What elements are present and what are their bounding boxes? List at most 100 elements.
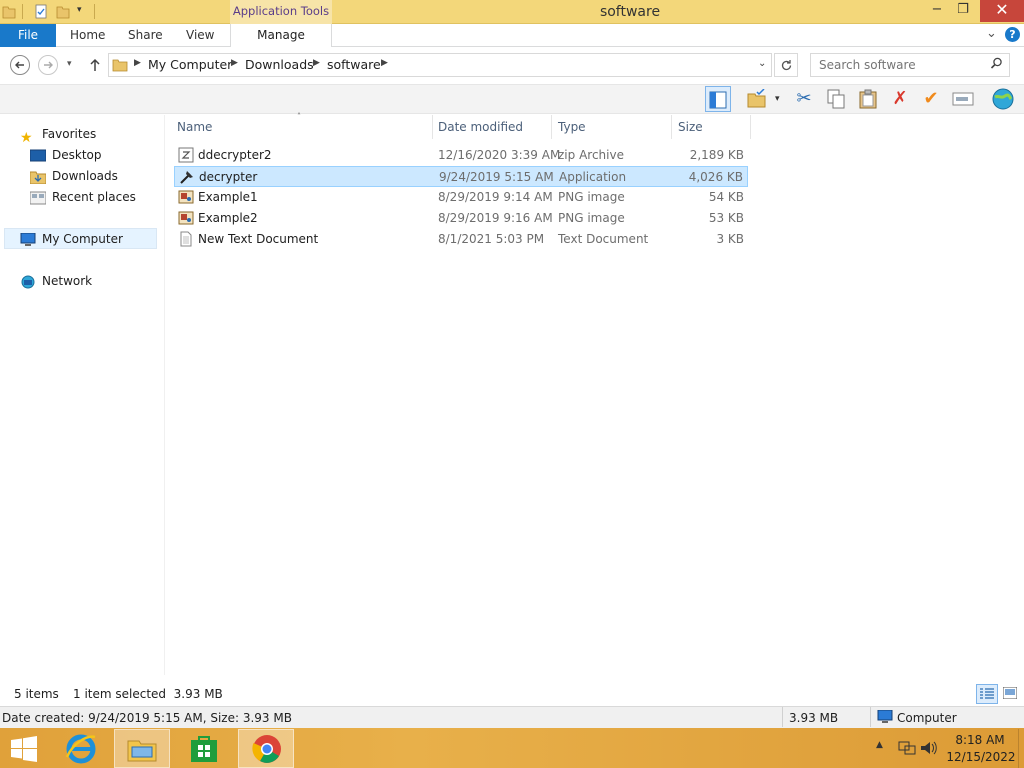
search-icon[interactable] bbox=[990, 57, 1003, 70]
forward-button[interactable] bbox=[38, 55, 58, 75]
delete-x-icon: ✗ bbox=[892, 88, 908, 109]
breadcrumb-software[interactable]: software bbox=[327, 57, 381, 72]
file-row[interactable]: New Text Document 8/1/2021 5:03 PM Text … bbox=[174, 229, 748, 250]
taskbar-store[interactable] bbox=[176, 729, 232, 768]
details-view-icon bbox=[980, 688, 994, 699]
breadcrumb-separator-icon[interactable]: ▶ bbox=[313, 58, 320, 68]
breadcrumb-separator-icon[interactable]: ▶ bbox=[134, 58, 141, 68]
pane-divider bbox=[164, 115, 165, 675]
nav-item-desktop[interactable]: Desktop bbox=[30, 145, 102, 165]
column-divider[interactable] bbox=[750, 115, 751, 139]
ribbon-expand-icon[interactable]: ⌄ bbox=[986, 26, 997, 41]
nav-favorites[interactable]: ★ Favorites bbox=[20, 124, 97, 146]
folder-icon[interactable] bbox=[2, 4, 16, 19]
delete-button[interactable]: ✗ bbox=[887, 86, 913, 112]
nav-item-label: Desktop bbox=[52, 148, 102, 162]
clock-time[interactable]: 8:18 AM bbox=[950, 733, 1010, 747]
column-divider[interactable] bbox=[432, 115, 433, 139]
tab-manage[interactable]: Manage bbox=[230, 24, 332, 47]
nav-item-my-computer[interactable]: My Computer bbox=[20, 229, 123, 249]
show-hidden-icons-icon[interactable]: ▲ bbox=[876, 740, 883, 750]
nav-item-recent-places[interactable]: Recent places bbox=[30, 187, 136, 207]
globe-button[interactable] bbox=[990, 86, 1016, 112]
details-divider bbox=[782, 707, 783, 727]
up-arrow-icon[interactable] bbox=[88, 57, 102, 73]
nav-favorites-label: Favorites bbox=[42, 127, 97, 141]
breadcrumb-downloads[interactable]: Downloads bbox=[245, 57, 314, 72]
details-view-button[interactable] bbox=[976, 684, 998, 704]
file-date-modified: 9/24/2019 5:15 AM bbox=[439, 170, 554, 184]
taskbar-file-explorer[interactable] bbox=[114, 729, 170, 768]
show-desktop-button[interactable] bbox=[1018, 729, 1024, 768]
taskbar-chrome[interactable] bbox=[238, 729, 294, 768]
clock-date[interactable]: 12/15/2022 bbox=[946, 750, 1016, 764]
copy-button[interactable] bbox=[823, 86, 849, 112]
nav-item-network[interactable]: Network bbox=[20, 271, 92, 291]
file-type: zip Archive bbox=[558, 148, 624, 162]
file-size: 4,026 KB bbox=[688, 170, 743, 184]
file-date-modified: 8/1/2021 5:03 PM bbox=[438, 232, 545, 246]
recent-places-icon bbox=[30, 191, 46, 204]
text-file-icon bbox=[180, 231, 192, 247]
minimize-button[interactable]: − bbox=[924, 0, 950, 22]
file-date-modified: 12/16/2020 3:39 AM bbox=[438, 148, 561, 162]
file-row[interactable]: ddecrypter2 12/16/2020 3:39 AM zip Archi… bbox=[174, 145, 748, 166]
network-status-icon[interactable] bbox=[898, 740, 916, 756]
tab-view[interactable]: View bbox=[186, 24, 214, 47]
refresh-button[interactable] bbox=[774, 53, 798, 77]
new-folder-button[interactable] bbox=[744, 86, 770, 112]
back-button[interactable] bbox=[10, 55, 30, 75]
details-info: Date created: 9/24/2019 5:15 AM, Size: 3… bbox=[2, 711, 292, 725]
large-icons-view-button[interactable] bbox=[1000, 684, 1022, 704]
volume-icon[interactable] bbox=[920, 740, 938, 756]
details-size: 3.93 MB bbox=[789, 711, 839, 725]
breadcrumb-separator-icon[interactable]: ▶ bbox=[231, 58, 238, 68]
start-button[interactable] bbox=[0, 729, 48, 768]
tab-share[interactable]: Share bbox=[128, 24, 163, 47]
search-input[interactable] bbox=[810, 53, 1010, 77]
preview-pane-icon bbox=[709, 91, 727, 109]
file-row-selected[interactable]: decrypter 9/24/2019 5:15 AM Application … bbox=[174, 166, 748, 187]
tab-file[interactable]: File bbox=[0, 24, 56, 47]
help-icon[interactable]: ? bbox=[1005, 27, 1020, 42]
dropdown-icon[interactable]: ▾ bbox=[775, 94, 780, 104]
column-header-size[interactable]: Size bbox=[678, 120, 703, 134]
recent-locations-icon[interactable]: ▾ bbox=[67, 59, 72, 69]
maximize-button[interactable]: ❐ bbox=[950, 0, 976, 22]
customize-quick-access-icon[interactable]: ▾ bbox=[77, 5, 82, 15]
address-dropdown-icon[interactable]: ⌄ bbox=[758, 58, 766, 69]
back-arrow-icon bbox=[15, 61, 24, 69]
store-icon bbox=[191, 736, 217, 762]
file-type: PNG image bbox=[558, 211, 625, 225]
column-divider[interactable] bbox=[671, 115, 672, 139]
column-header-type[interactable]: Type bbox=[558, 120, 586, 134]
file-row[interactable]: Example2 8/29/2019 9:16 AM PNG image 53 … bbox=[174, 208, 748, 229]
file-size: 2,189 KB bbox=[689, 148, 744, 162]
select-button[interactable]: ✔ bbox=[918, 86, 944, 112]
window-title: software bbox=[599, 4, 661, 20]
paste-button[interactable] bbox=[855, 86, 881, 112]
new-folder-icon[interactable] bbox=[56, 4, 70, 19]
clipboard-icon bbox=[859, 89, 877, 109]
breadcrumb-my-computer[interactable]: My Computer bbox=[148, 57, 232, 72]
nav-item-label: Network bbox=[42, 274, 93, 288]
column-header-date-modified[interactable]: Date modified bbox=[438, 120, 523, 134]
taskbar-internet-explorer[interactable] bbox=[53, 729, 109, 768]
file-row[interactable]: Example1 8/29/2019 9:14 AM PNG image 54 … bbox=[174, 187, 748, 208]
nav-item-label: Downloads bbox=[52, 169, 118, 183]
computer-icon bbox=[20, 232, 36, 246]
file-date-modified: 8/29/2019 9:16 AM bbox=[438, 211, 553, 225]
nav-item-downloads[interactable]: Downloads bbox=[30, 166, 118, 186]
properties-icon[interactable] bbox=[34, 4, 48, 19]
column-divider[interactable] bbox=[551, 115, 552, 139]
cut-button[interactable]: ✂ bbox=[791, 86, 817, 112]
folder-icon bbox=[112, 59, 128, 72]
preview-pane-button[interactable] bbox=[705, 86, 731, 112]
file-explorer-icon bbox=[127, 740, 157, 762]
column-header-name[interactable]: Name bbox=[177, 120, 212, 134]
application-tools-label: Application Tools bbox=[230, 0, 332, 24]
tab-home[interactable]: Home bbox=[70, 24, 105, 47]
close-button[interactable]: ✕ bbox=[980, 0, 1024, 22]
breadcrumb-separator-icon[interactable]: ▶ bbox=[381, 58, 388, 68]
rename-button[interactable] bbox=[950, 86, 976, 112]
